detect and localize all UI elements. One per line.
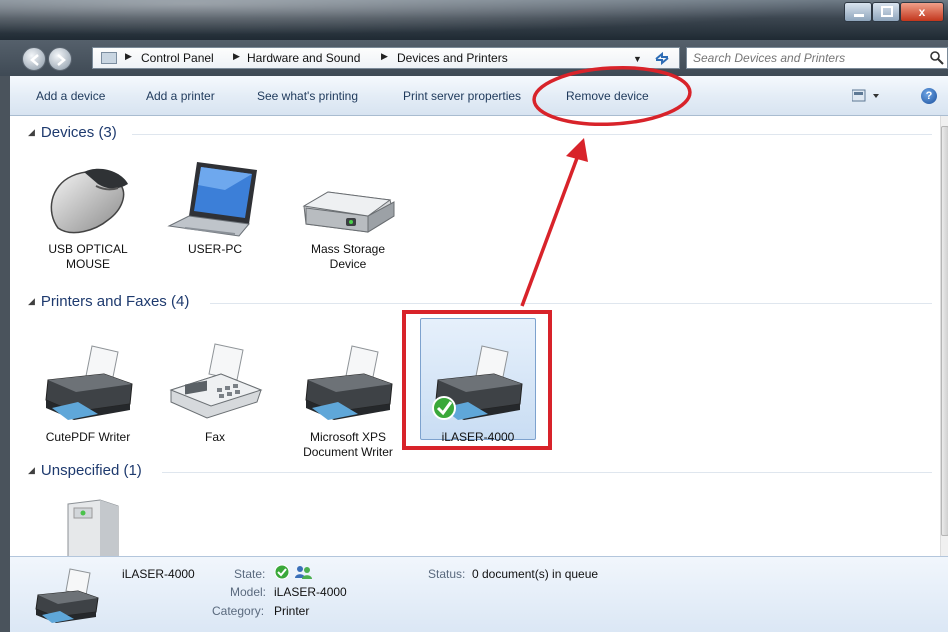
view-icon — [851, 89, 879, 102]
forward-arrow-icon — [57, 54, 66, 66]
title-bar-glare — [0, 0, 948, 40]
printer-fax[interactable]: Fax — [165, 338, 265, 445]
laptop-icon — [165, 150, 265, 240]
drive-icon — [298, 150, 398, 240]
group-title: Devices (3) — [40, 124, 117, 141]
search-icon[interactable] — [929, 50, 945, 66]
printer-icon — [35, 568, 99, 623]
shared-users-icon — [295, 566, 312, 579]
details-state-label: State: — [234, 567, 266, 581]
breadcrumb-separator-icon[interactable]: ▶ — [381, 51, 388, 62]
refresh-icon — [655, 51, 669, 66]
address-dropdown-icon[interactable]: ▼ — [633, 54, 642, 64]
add-printer-button[interactable]: Add a printer — [146, 89, 215, 103]
change-view-button[interactable] — [851, 89, 882, 103]
remove-device-button[interactable]: Remove device — [566, 89, 649, 103]
breadcrumb-hardware-sound[interactable]: Hardware and Sound — [247, 51, 360, 65]
state-ok-icon — [274, 564, 290, 580]
maximize-icon — [881, 6, 893, 17]
fax-icon — [165, 338, 265, 428]
device-mass-storage[interactable]: Mass Storage Device — [298, 150, 398, 272]
scroll-thumb[interactable] — [941, 126, 948, 536]
device-usb-mouse[interactable]: USB OPTICAL MOUSE — [38, 150, 138, 272]
printer-icon — [38, 338, 138, 428]
close-icon: x — [918, 5, 926, 19]
group-divider — [210, 303, 932, 304]
help-icon[interactable]: ? — [921, 88, 937, 104]
printer-label: Fax — [204, 430, 225, 444]
minimize-icon — [854, 14, 864, 17]
collapse-icon[interactable]: ◢ — [28, 296, 35, 306]
details-model-label: Model: — [230, 585, 267, 599]
forward-button[interactable] — [48, 47, 72, 71]
device-label: USER-PC — [187, 242, 242, 256]
back-arrow-icon — [30, 54, 39, 66]
details-status-label: Status: — [428, 567, 466, 581]
device-user-pc[interactable]: USER-PC — [165, 150, 265, 257]
breadcrumb-devices-printers[interactable]: Devices and Printers — [397, 51, 508, 65]
mouse-icon — [38, 150, 138, 240]
title-bar: x — [0, 0, 948, 40]
details-status-value: 0 document(s) in queue — [472, 567, 599, 581]
see-printing-button[interactable]: See what's printing — [257, 89, 358, 103]
printer-icon — [298, 338, 398, 428]
back-button[interactable] — [22, 47, 46, 71]
annotation-highlight-box — [402, 310, 552, 450]
group-header-unspecified[interactable]: ◢ Unspecified (1) — [28, 462, 142, 479]
group-header-devices[interactable]: ◢ Devices (3) — [28, 124, 117, 141]
search-box[interactable] — [686, 47, 948, 69]
search-input[interactable] — [687, 48, 917, 68]
group-divider — [132, 134, 932, 135]
print-server-properties-button[interactable]: Print server properties — [403, 89, 521, 103]
printer-label: CutePDF Writer — [45, 430, 131, 444]
control-panel-icon — [101, 52, 117, 64]
group-divider — [162, 472, 932, 473]
printer-xps[interactable]: Microsoft XPS Document Writer — [298, 338, 398, 460]
device-label: Mass Storage Device — [310, 242, 386, 271]
details-pane: iLASER-4000 State: Model: iLASER-4000 Ca… — [10, 556, 948, 632]
details-model-value: iLASER-4000 — [274, 585, 347, 599]
device-label: USB OPTICAL MOUSE — [48, 242, 128, 271]
details-category-label: Category: — [212, 604, 265, 618]
refresh-button[interactable] — [649, 50, 675, 66]
collapse-icon[interactable]: ◢ — [28, 127, 35, 137]
printer-cutepdf[interactable]: CutePDF Writer — [38, 338, 138, 445]
details-category-value: Printer — [274, 604, 310, 618]
group-header-printers[interactable]: ◢ Printers and Faxes (4) — [28, 293, 189, 310]
minimize-button[interactable] — [844, 2, 872, 22]
printer-label: Microsoft XPS Document Writer — [303, 430, 393, 459]
maximize-button[interactable] — [872, 2, 900, 22]
address-row: ▶ Control Panel ▶ Hardware and Sound ▶ D… — [0, 40, 948, 76]
address-bar[interactable]: ▶ Control Panel ▶ Hardware and Sound ▶ D… — [92, 47, 680, 69]
details-device-name: iLASER-4000 — [122, 567, 195, 581]
add-device-button[interactable]: Add a device — [36, 89, 105, 103]
breadcrumb-separator-icon[interactable]: ▶ — [233, 51, 240, 62]
command-bar: Add a device Add a printer See what's pr… — [0, 76, 948, 116]
unspecified-device[interactable] — [38, 494, 138, 556]
group-title: Printers and Faxes (4) — [40, 293, 190, 310]
close-button[interactable]: x — [900, 2, 944, 22]
breadcrumb-separator-icon[interactable]: ▶ — [125, 51, 132, 62]
collapse-icon[interactable]: ◢ — [28, 465, 35, 475]
vertical-scrollbar[interactable] — [940, 116, 948, 556]
group-title: Unspecified (1) — [40, 462, 142, 479]
breadcrumb-control-panel[interactable]: Control Panel — [141, 51, 214, 65]
window-left-border — [0, 76, 10, 632]
computer-tower-icon — [38, 494, 138, 556]
